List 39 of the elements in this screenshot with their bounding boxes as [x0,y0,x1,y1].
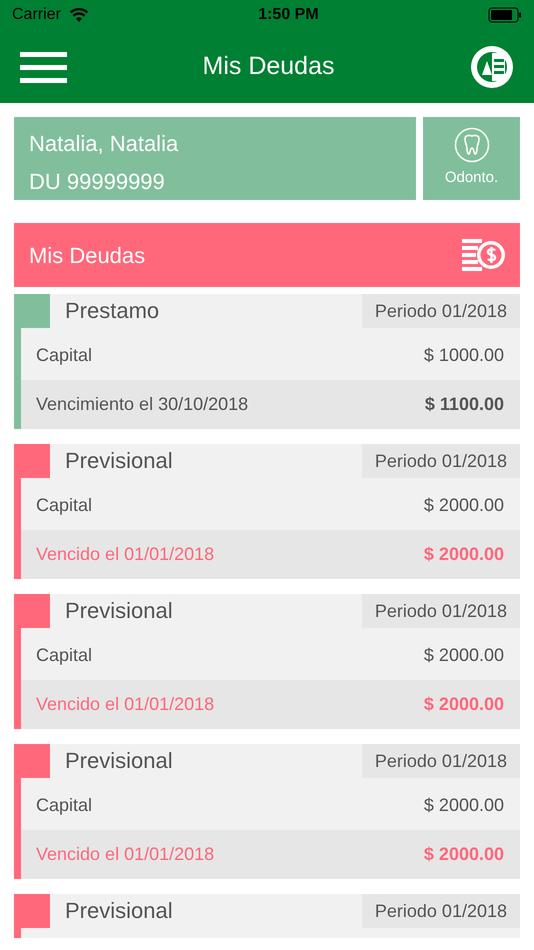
debt-type: Previsional [64,447,174,475]
period-label: Periodo 01/2018 [362,894,520,928]
capital-amount: $ 2000.00 [424,794,504,816]
capital-amount: $ 2000.00 [424,494,504,516]
money-icon [462,237,506,273]
capital-amount: $ 1000.00 [424,344,504,366]
menu-button[interactable] [20,50,67,84]
patient-name: Natalia, Natalia [29,130,180,158]
screen-title: Mis Deudas [202,50,334,82]
section-title: Mis Deudas [29,242,146,270]
odonto-button[interactable]: Odonto. [423,117,520,200]
battery-icon [488,7,522,23]
logo-icon [470,44,514,88]
due-date-label: Vencimiento el 30/10/2018 [36,393,248,416]
capital-label: Capital [36,344,92,367]
debt-type: Previsional [64,597,174,625]
due-date-label: Vencido el 01/01/2018 [36,543,214,566]
period-label: Periodo 01/2018 [362,294,520,328]
capital-label: Capital [36,644,92,667]
capital-label: Capital [36,794,92,817]
period-label: Periodo 01/2018 [362,744,520,778]
debt-type: Previsional [64,897,174,925]
carrier-label: Carrier [12,5,61,25]
capital-label: Capital [36,494,92,517]
debt-type: Previsional [64,747,174,775]
capital-amount: $ 2000.00 [424,644,504,666]
due-amount: $ 2000.00 [424,543,504,566]
debt-type: Prestamo [64,297,160,325]
tooth-icon [454,127,490,164]
document-number: DU 99999999 [29,168,166,196]
due-amount: $ 2000.00 [424,843,504,866]
due-date-label: Vencido el 01/01/2018 [36,843,214,866]
due-amount: $ 1100.00 [424,393,504,416]
due-date-label: Vencido el 01/01/2018 [36,693,214,716]
period-label: Periodo 01/2018 [362,594,520,628]
status-time: 1:50 PM [258,5,319,25]
period-label: Periodo 01/2018 [362,444,520,478]
due-amount: $ 2000.00 [424,693,504,716]
wifi-icon [68,8,89,22]
